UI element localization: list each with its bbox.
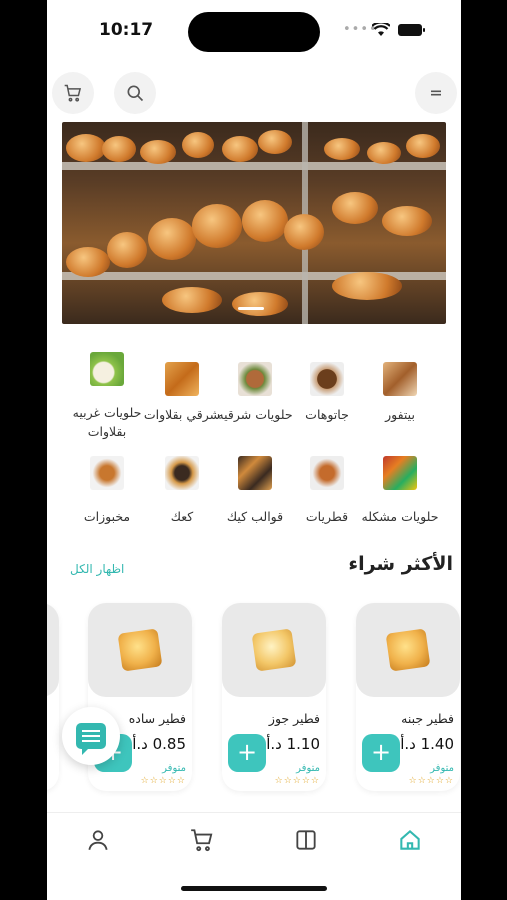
category-item[interactable]: حلويات غربيه بقلاوات [62,352,152,441]
profile-icon[interactable] [85,827,111,853]
search-button[interactable] [114,72,156,114]
cart-tab-icon[interactable] [189,827,215,853]
cart-icon [64,84,82,102]
product-card[interactable]: فطير جبنه 1.40 د.أ + متوفر ☆☆☆☆☆ [356,603,460,791]
product-name: فطير جوز [268,711,320,726]
eastern-sweets-image [238,362,272,396]
dynamic-island [188,12,320,52]
availability-label: متوفر [296,763,320,774]
cake-molds-image [238,456,272,490]
category-label: حلويات غربيه بقلاوات [72,405,142,439]
cart-button[interactable] [52,72,94,114]
baklava-image [165,362,199,396]
add-to-cart-button[interactable]: + [362,734,400,772]
baked-goods-image [90,456,124,490]
category-label: مخبوزات [83,509,131,524]
mixed-sweets-image [383,456,417,490]
home-indicator [181,886,327,891]
petit-four-image [383,362,417,396]
add-to-cart-button[interactable]: + [228,734,266,772]
product-image [222,603,326,697]
status-bar: 10:17 •••• [47,0,461,60]
western-sweets-image [90,352,124,386]
catalog-icon[interactable] [293,827,319,853]
app-screen: 10:17 •••• بيتفور جاتوهات حلويات شرقيه ش… [47,0,461,900]
product-card[interactable]: فطير ساده 0.85 د.أ + متوفر ☆☆☆☆☆ [88,603,192,791]
home-icon[interactable] [397,827,423,853]
menu-button[interactable] [415,72,457,114]
availability-label: متوفر [162,763,186,774]
product-name: فطير جبنه [401,711,454,726]
chat-button[interactable] [62,707,120,765]
battery-icon [398,24,425,36]
product-image [47,603,59,697]
product-card-partial[interactable] [47,603,59,791]
product-image [356,603,460,697]
availability-label: متوفر [430,763,454,774]
rating-stars: ☆☆☆☆☆ [274,776,320,786]
carousel-indicator [238,307,264,310]
menu-icon [431,90,441,96]
rating-stars: ☆☆☆☆☆ [140,776,186,786]
product-name: فطير ساده [128,711,186,726]
qatari-sweets-image [310,456,344,490]
promo-banner[interactable] [62,122,446,324]
search-icon [127,85,144,102]
wifi-icon [372,23,390,36]
rating-stars: ☆☆☆☆☆ [408,776,454,786]
kaak-image [165,456,199,490]
section-title: الأكثر شراء [348,553,453,575]
product-card[interactable]: فطير جوز 1.10 د.أ + متوفر ☆☆☆☆☆ [222,603,326,791]
chat-icon [76,723,106,755]
product-price: 1.10 د.أ [266,735,320,753]
category-item[interactable]: مخبوزات [62,456,152,526]
show-all-link[interactable]: اظهار الكل [70,562,124,576]
product-price: 1.40 د.أ [400,735,454,753]
product-price: 0.85 د.أ [132,735,186,753]
cake-image [310,362,344,396]
product-image [88,603,192,697]
status-time: 10:17 [99,20,154,40]
